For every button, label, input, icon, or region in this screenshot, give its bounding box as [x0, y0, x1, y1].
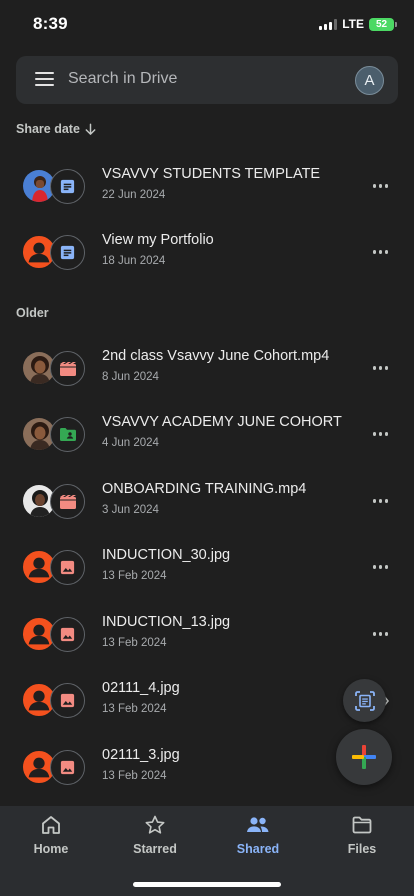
doc-icon: [50, 235, 85, 270]
file-row[interactable]: 2nd class Vsavvy June Cohort.mp4 8 Jun 2…: [0, 336, 414, 402]
battery-icon: 52: [369, 17, 397, 31]
file-date: 13 Feb 2024: [102, 770, 167, 782]
nav-home[interactable]: Home: [11, 814, 91, 856]
status-bar: 8:39 LTE 52: [0, 0, 414, 48]
doc-icon: [50, 169, 85, 204]
file-title: ONBOARDING TRAINING.mp4: [102, 481, 307, 497]
sort-button[interactable]: Share date: [16, 122, 97, 136]
owner-avatar-stack: [22, 484, 90, 520]
home-icon: [42, 816, 60, 834]
folder-icon: [352, 816, 372, 834]
more-options-icon[interactable]: [372, 184, 388, 188]
search-input[interactable]: Search in Drive: [68, 70, 177, 88]
scan-icon: [354, 690, 375, 711]
section-label-older: Older: [16, 306, 49, 320]
scan-button[interactable]: [343, 679, 386, 722]
file-date: 13 Feb 2024: [102, 570, 167, 582]
file-title: VSAVVY ACADEMY JUNE COHORT: [102, 414, 342, 430]
home-indicator: [133, 882, 281, 887]
file-date: 8 Jun 2024: [102, 371, 159, 383]
more-options-icon[interactable]: [372, 499, 388, 503]
nav-shared-label: Shared: [236, 842, 280, 856]
file-row[interactable]: INDUCTION_30.jpg 13 Feb 2024: [0, 535, 414, 601]
file-row[interactable]: ONBOARDING TRAINING.mp4 3 Jun 2024: [0, 469, 414, 535]
nav-shared[interactable]: Shared: [218, 814, 298, 856]
file-title: View my Portfolio: [102, 232, 214, 248]
owner-avatar-stack: [22, 683, 90, 719]
more-options-icon[interactable]: [372, 632, 388, 636]
file-date: 3 Jun 2024: [102, 504, 159, 516]
owner-avatar-stack: [22, 617, 90, 653]
more-options-icon[interactable]: [372, 565, 388, 569]
people-icon: [247, 817, 269, 832]
file-title: 02111_4.jpg: [102, 680, 180, 696]
network-type: LTE: [342, 17, 364, 31]
nav-files[interactable]: Files: [322, 814, 402, 856]
status-time: 8:39: [33, 14, 68, 33]
new-button[interactable]: [336, 729, 392, 785]
status-indicators: LTE 52: [319, 17, 397, 31]
more-options-icon[interactable]: [372, 432, 388, 436]
image-icon: [50, 750, 85, 785]
star-icon: [145, 815, 165, 834]
file-date: 13 Feb 2024: [102, 703, 167, 715]
file-row[interactable]: VSAVVY ACADEMY JUNE COHORT 4 Jun 2024: [0, 402, 414, 468]
video-icon: [50, 351, 85, 386]
arrow-down-icon: [84, 123, 97, 136]
nav-home-label: Home: [33, 842, 69, 856]
image-icon: [50, 550, 85, 585]
battery-level: 52: [375, 18, 388, 30]
shared-folder-icon: [50, 417, 85, 452]
file-title: INDUCTION_30.jpg: [102, 547, 231, 563]
nav-files-label: Files: [347, 842, 377, 856]
file-row[interactable]: INDUCTION_13.jpg 13 Feb 2024: [0, 602, 414, 668]
video-icon: [50, 484, 85, 519]
file-title: 2nd class Vsavvy June Cohort.mp4: [102, 348, 330, 364]
search-bar[interactable]: Search in Drive A: [16, 56, 398, 104]
nav-starred-label: Starred: [133, 842, 177, 856]
owner-avatar-stack: [22, 417, 90, 453]
image-icon: [50, 617, 85, 652]
signal-icon: [319, 18, 338, 30]
plus-icon: [352, 745, 376, 769]
file-date: 4 Jun 2024: [102, 437, 159, 449]
owner-avatar-stack: [22, 550, 90, 586]
file-row[interactable]: View my Portfolio 18 Jun 2024: [0, 220, 414, 286]
owner-avatar-stack: [22, 235, 90, 271]
file-title: 02111_3.jpg: [102, 747, 180, 763]
more-options-icon[interactable]: [372, 250, 388, 254]
more-options-icon[interactable]: [372, 366, 388, 370]
owner-avatar-stack: [22, 169, 90, 205]
menu-icon[interactable]: [35, 72, 54, 86]
account-avatar[interactable]: A: [355, 66, 384, 95]
sort-label: Share date: [16, 122, 80, 136]
file-title: VSAVVY STUDENTS TEMPLATE: [102, 166, 321, 182]
owner-avatar-stack: [22, 750, 90, 786]
image-icon: [50, 683, 85, 718]
file-date: 18 Jun 2024: [102, 255, 166, 267]
nav-starred[interactable]: Starred: [115, 814, 195, 856]
owner-avatar-stack: [22, 351, 90, 387]
file-row[interactable]: VSAVVY STUDENTS TEMPLATE 22 Jun 2024: [0, 154, 414, 220]
file-title: INDUCTION_13.jpg: [102, 614, 231, 630]
file-date: 13 Feb 2024: [102, 637, 167, 649]
file-date: 22 Jun 2024: [102, 189, 166, 201]
